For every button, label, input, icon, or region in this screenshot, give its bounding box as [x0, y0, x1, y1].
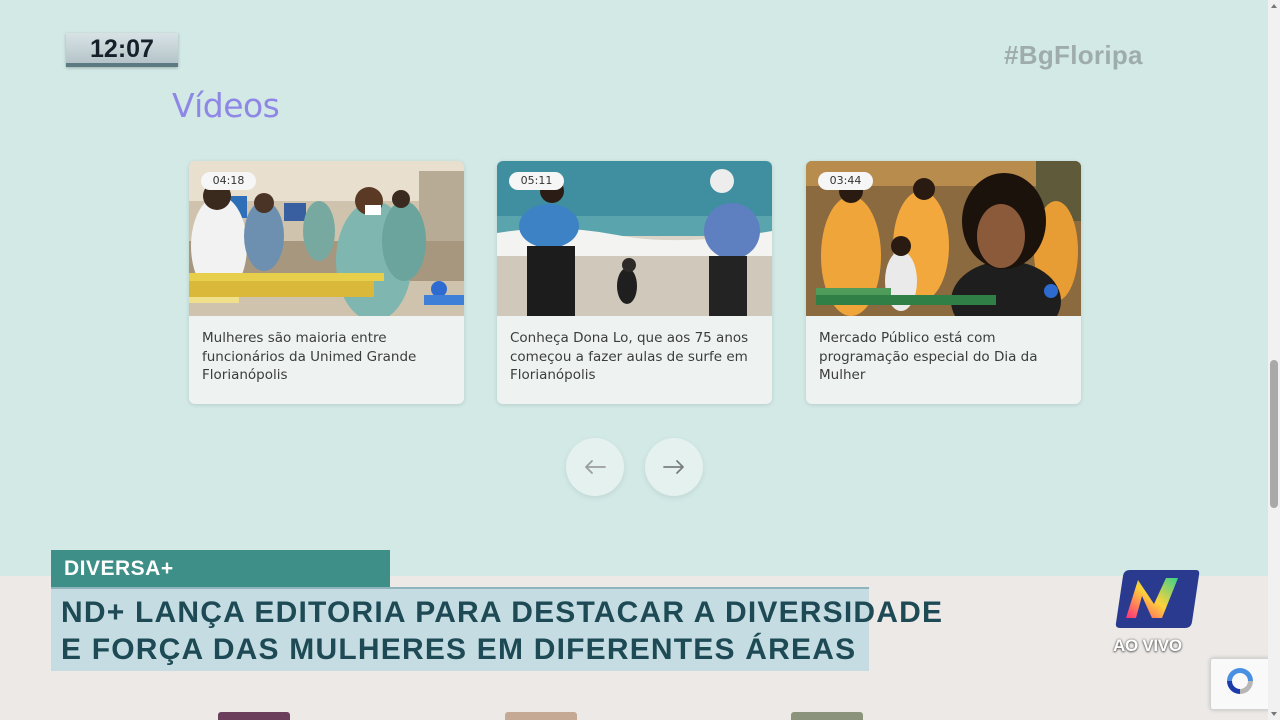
scroll-down-icon[interactable]: [1270, 710, 1278, 718]
video-carousel: 04:18 Mulheres são maioria entre funcion…: [189, 161, 1081, 405]
video-title-link[interactable]: Mercado Público está com programação esp…: [819, 329, 1075, 385]
carousel-next-button[interactable]: [645, 438, 703, 496]
page-scrollbar[interactable]: [1268, 0, 1280, 720]
article-thumbnail[interactable]: [218, 712, 290, 720]
broadcast-clock: 12:07: [66, 33, 178, 67]
arrow-left-icon: [585, 460, 606, 474]
video-card[interactable]: 03:44 Mercado Público está com programaç…: [806, 161, 1081, 404]
video-card[interactable]: 04:18 Mulheres são maioria entre funcion…: [189, 161, 464, 404]
scroll-up-icon[interactable]: [1270, 2, 1278, 10]
article-thumbnail[interactable]: [505, 712, 577, 720]
video-title-link[interactable]: Conheça Dona Lo, que aos 75 anos começou…: [510, 329, 766, 385]
recaptcha-icon: [1227, 668, 1253, 694]
recaptcha-badge[interactable]: [1210, 658, 1270, 710]
channel-logo-icon: [1115, 570, 1200, 628]
video-thumbnail[interactable]: 03:44: [806, 161, 1081, 316]
video-duration-badge: 03:44: [818, 172, 873, 190]
live-indicator: AO VIVO: [1113, 636, 1182, 655]
video-title-link[interactable]: Mulheres são maioria entre funcionários …: [202, 329, 458, 385]
headline-line-2: E FORÇA DAS MULHERES EM DIFERENTES ÁREAS: [61, 633, 857, 666]
video-thumbnail[interactable]: 05:11: [497, 161, 772, 316]
headline-line-1: ND+ LANÇA EDITORIA PARA DESTACAR A DIVER…: [61, 596, 944, 629]
video-card[interactable]: 05:11 Conheça Dona Lo, que aos 75 anos c…: [497, 161, 772, 404]
scrollbar-thumb[interactable]: [1270, 360, 1278, 508]
more-articles-row: [0, 712, 1268, 720]
program-hashtag: #BgFloripa: [1004, 40, 1143, 70]
videos-section-title: Vídeos: [172, 86, 280, 125]
video-duration-badge: 05:11: [509, 172, 564, 190]
lower-third-tag: DIVERSA+: [51, 550, 390, 587]
video-duration-badge: 04:18: [201, 172, 256, 190]
arrow-right-icon: [663, 460, 684, 474]
carousel-prev-button[interactable]: [566, 438, 624, 496]
lower-third-headline: ND+ LANÇA EDITORIA PARA DESTACAR A DIVER…: [51, 587, 944, 671]
video-thumbnail[interactable]: 04:18: [189, 161, 464, 316]
article-thumbnail[interactable]: [791, 712, 863, 720]
